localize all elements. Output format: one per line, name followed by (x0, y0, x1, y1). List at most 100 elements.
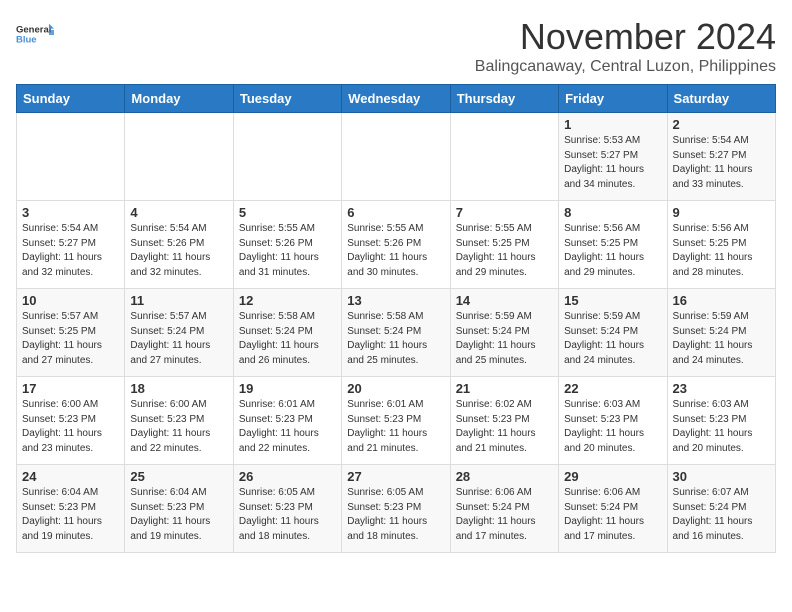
calendar-cell: 21 Sunrise: 6:02 AM Sunset: 5:23 PM Dayli… (450, 377, 558, 465)
day-number: 8 (564, 205, 661, 220)
calendar-cell: 30 Sunrise: 6:07 AM Sunset: 5:24 PM Dayli… (667, 465, 775, 553)
day-number: 27 (347, 469, 444, 484)
day-number: 6 (347, 205, 444, 220)
calendar-cell: 16 Sunrise: 5:59 AM Sunset: 5:24 PM Dayli… (667, 289, 775, 377)
calendar-table: SundayMondayTuesdayWednesdayThursdayFrid… (16, 84, 776, 553)
day-info: Sunrise: 6:05 AM Sunset: 5:23 PM Dayligh… (347, 486, 444, 544)
week-row-2: 10 Sunrise: 5:57 AM Sunset: 5:25 PM Dayli… (17, 289, 776, 377)
calendar-cell: 24 Sunrise: 6:04 AM Sunset: 5:23 PM Dayli… (17, 465, 125, 553)
day-number: 30 (673, 469, 770, 484)
logo: General Blue (16, 16, 54, 54)
day-info: Sunrise: 5:57 AM Sunset: 5:25 PM Dayligh… (22, 310, 119, 368)
col-header-sunday: Sunday (17, 85, 125, 113)
day-info: Sunrise: 5:54 AM Sunset: 5:26 PM Dayligh… (130, 222, 227, 280)
day-info: Sunrise: 6:03 AM Sunset: 5:23 PM Dayligh… (673, 398, 770, 456)
calendar-cell: 15Sunrise: 5:59 AM Sunset: 5:24 PM Dayli… (559, 289, 667, 377)
day-number: 3 (22, 205, 119, 220)
day-number: 16 (673, 293, 770, 308)
calendar-cell: 5 Sunrise: 5:55 AM Sunset: 5:26 PM Daylig… (233, 201, 341, 289)
calendar-cell: 17Sunrise: 6:00 AM Sunset: 5:23 PM Dayli… (17, 377, 125, 465)
day-info: Sunrise: 5:56 AM Sunset: 5:25 PM Dayligh… (564, 222, 661, 280)
calendar-cell: 1Sunrise: 5:53 AM Sunset: 5:27 PM Daylig… (559, 113, 667, 201)
day-info: Sunrise: 6:06 AM Sunset: 5:24 PM Dayligh… (456, 486, 553, 544)
calendar-cell: 19Sunrise: 6:01 AM Sunset: 5:23 PM Dayli… (233, 377, 341, 465)
day-number: 26 (239, 469, 336, 484)
day-info: Sunrise: 5:59 AM Sunset: 5:24 PM Dayligh… (673, 310, 770, 368)
calendar-cell: 25 Sunrise: 6:04 AM Sunset: 5:23 PM Dayli… (125, 465, 233, 553)
calendar-cell: 29 Sunrise: 6:06 AM Sunset: 5:24 PM Dayli… (559, 465, 667, 553)
day-number: 22 (564, 381, 661, 396)
day-number: 28 (456, 469, 553, 484)
calendar-cell: 28 Sunrise: 6:06 AM Sunset: 5:24 PM Dayli… (450, 465, 558, 553)
day-number: 25 (130, 469, 227, 484)
day-number: 21 (456, 381, 553, 396)
day-info: Sunrise: 6:04 AM Sunset: 5:23 PM Dayligh… (130, 486, 227, 544)
day-number: 13 (347, 293, 444, 308)
calendar-cell: 8 Sunrise: 5:56 AM Sunset: 5:25 PM Daylig… (559, 201, 667, 289)
calendar-cell (342, 113, 450, 201)
calendar-cell (450, 113, 558, 201)
week-row-0: 1Sunrise: 5:53 AM Sunset: 5:27 PM Daylig… (17, 113, 776, 201)
day-info: Sunrise: 6:05 AM Sunset: 5:23 PM Dayligh… (239, 486, 336, 544)
calendar-cell: 9 Sunrise: 5:56 AM Sunset: 5:25 PM Daylig… (667, 201, 775, 289)
day-number: 12 (239, 293, 336, 308)
col-header-monday: Monday (125, 85, 233, 113)
day-number: 11 (130, 293, 227, 308)
calendar-cell (233, 113, 341, 201)
day-info: Sunrise: 5:59 AM Sunset: 5:24 PM Dayligh… (456, 310, 553, 368)
day-number: 19 (239, 381, 336, 396)
calendar-cell: 11 Sunrise: 5:57 AM Sunset: 5:24 PM Dayli… (125, 289, 233, 377)
day-info: Sunrise: 5:55 AM Sunset: 5:26 PM Dayligh… (239, 222, 336, 280)
day-info: Sunrise: 6:00 AM Sunset: 5:23 PM Dayligh… (130, 398, 227, 456)
day-number: 7 (456, 205, 553, 220)
day-info: Sunrise: 5:53 AM Sunset: 5:27 PM Dayligh… (564, 134, 661, 192)
logo-svg: General Blue (16, 16, 54, 54)
calendar-cell: 18 Sunrise: 6:00 AM Sunset: 5:23 PM Dayli… (125, 377, 233, 465)
calendar-cell: 20Sunrise: 6:01 AM Sunset: 5:23 PM Dayli… (342, 377, 450, 465)
day-number: 4 (130, 205, 227, 220)
day-number: 29 (564, 469, 661, 484)
day-number: 10 (22, 293, 119, 308)
page-header: General Blue November 2024 Balingcanaway… (16, 16, 776, 76)
day-info: Sunrise: 6:07 AM Sunset: 5:24 PM Dayligh… (673, 486, 770, 544)
calendar-cell: 7Sunrise: 5:55 AM Sunset: 5:25 PM Daylig… (450, 201, 558, 289)
calendar-cell: 22Sunrise: 6:03 AM Sunset: 5:23 PM Dayli… (559, 377, 667, 465)
day-info: Sunrise: 6:01 AM Sunset: 5:23 PM Dayligh… (347, 398, 444, 456)
col-header-wednesday: Wednesday (342, 85, 450, 113)
day-info: Sunrise: 5:58 AM Sunset: 5:24 PM Dayligh… (239, 310, 336, 368)
day-number: 2 (673, 117, 770, 132)
col-header-saturday: Saturday (667, 85, 775, 113)
day-info: Sunrise: 5:54 AM Sunset: 5:27 PM Dayligh… (673, 134, 770, 192)
day-info: Sunrise: 6:06 AM Sunset: 5:24 PM Dayligh… (564, 486, 661, 544)
day-number: 5 (239, 205, 336, 220)
location-subtitle: Balingcanaway, Central Luzon, Philippine… (475, 58, 776, 76)
calendar-cell: 3 Sunrise: 5:54 AM Sunset: 5:27 PM Daylig… (17, 201, 125, 289)
day-number: 14 (456, 293, 553, 308)
calendar-cell: 13Sunrise: 5:58 AM Sunset: 5:24 PM Dayli… (342, 289, 450, 377)
week-row-3: 17Sunrise: 6:00 AM Sunset: 5:23 PM Dayli… (17, 377, 776, 465)
day-number: 18 (130, 381, 227, 396)
calendar-header-row: SundayMondayTuesdayWednesdayThursdayFrid… (17, 85, 776, 113)
svg-text:General: General (16, 24, 51, 35)
calendar-cell (125, 113, 233, 201)
day-info: Sunrise: 6:04 AM Sunset: 5:23 PM Dayligh… (22, 486, 119, 544)
day-info: Sunrise: 5:55 AM Sunset: 5:26 PM Dayligh… (347, 222, 444, 280)
day-info: Sunrise: 5:57 AM Sunset: 5:24 PM Dayligh… (130, 310, 227, 368)
day-number: 9 (673, 205, 770, 220)
calendar-cell: 4 Sunrise: 5:54 AM Sunset: 5:26 PM Daylig… (125, 201, 233, 289)
day-number: 23 (673, 381, 770, 396)
calendar-cell: 27 Sunrise: 6:05 AM Sunset: 5:23 PM Dayli… (342, 465, 450, 553)
calendar-cell: 10 Sunrise: 5:57 AM Sunset: 5:25 PM Dayli… (17, 289, 125, 377)
day-info: Sunrise: 6:02 AM Sunset: 5:23 PM Dayligh… (456, 398, 553, 456)
day-info: Sunrise: 5:56 AM Sunset: 5:25 PM Dayligh… (673, 222, 770, 280)
day-info: Sunrise: 5:54 AM Sunset: 5:27 PM Dayligh… (22, 222, 119, 280)
calendar-cell: 12 Sunrise: 5:58 AM Sunset: 5:24 PM Dayli… (233, 289, 341, 377)
calendar-body: 1Sunrise: 5:53 AM Sunset: 5:27 PM Daylig… (17, 113, 776, 553)
col-header-friday: Friday (559, 85, 667, 113)
calendar-cell: 26 Sunrise: 6:05 AM Sunset: 5:23 PM Dayli… (233, 465, 341, 553)
week-row-4: 24 Sunrise: 6:04 AM Sunset: 5:23 PM Dayli… (17, 465, 776, 553)
title-block: November 2024 Balingcanaway, Central Luz… (475, 16, 776, 76)
day-number: 24 (22, 469, 119, 484)
month-year-title: November 2024 (475, 16, 776, 58)
col-header-thursday: Thursday (450, 85, 558, 113)
